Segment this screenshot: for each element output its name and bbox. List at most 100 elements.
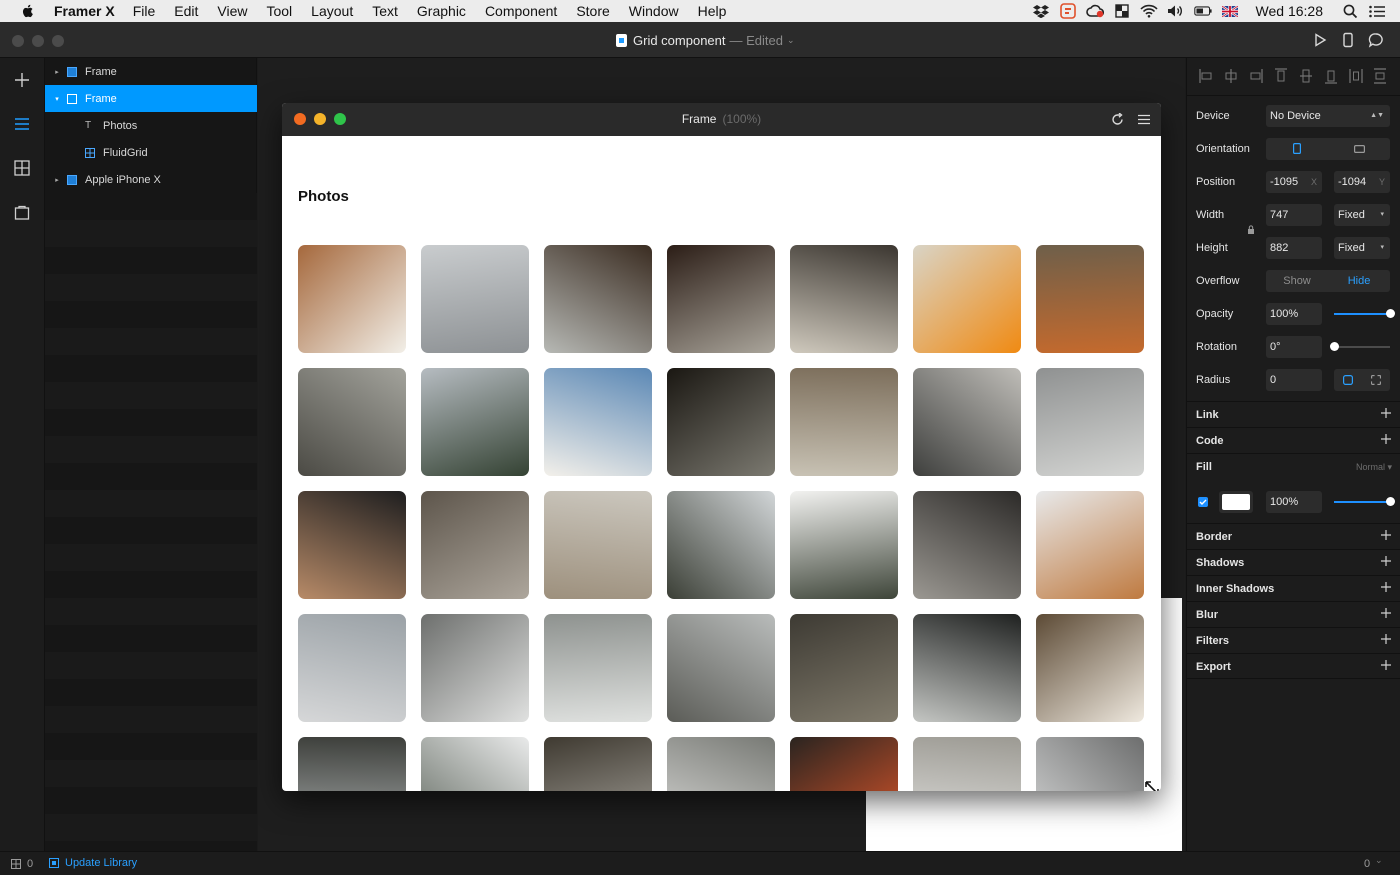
- align-center-vertical-icon[interactable]: [1299, 68, 1313, 84]
- align-left-icon[interactable]: [1199, 68, 1213, 84]
- menu-tool[interactable]: Tool: [266, 3, 292, 19]
- creative-cloud-icon[interactable]: [1085, 4, 1104, 18]
- design-canvas[interactable]: Frame (100%) Photos: [258, 58, 1185, 851]
- blur-section[interactable]: Blur: [1187, 601, 1400, 627]
- insert-plus-icon[interactable]: [13, 71, 31, 89]
- photo-tile[interactable]: [421, 491, 529, 599]
- menu-edit[interactable]: Edit: [174, 3, 198, 19]
- add-shadow-plus-icon[interactable]: [1380, 555, 1392, 567]
- comment-bubble-icon[interactable]: [1368, 32, 1384, 48]
- volume-icon[interactable]: [1167, 4, 1185, 18]
- layers-list-icon[interactable]: [13, 115, 31, 133]
- add-blur-plus-icon[interactable]: [1380, 607, 1392, 619]
- fill-enabled-checkbox[interactable]: [1198, 497, 1208, 507]
- device-select[interactable]: No Device ▲▼: [1266, 105, 1390, 127]
- refresh-icon[interactable]: [1111, 113, 1124, 126]
- photo-tile[interactable]: [544, 368, 652, 476]
- opacity-slider-knob[interactable]: [1386, 309, 1395, 318]
- menu-help[interactable]: Help: [698, 3, 727, 19]
- photo-tile[interactable]: [421, 614, 529, 722]
- inner-shadows-section[interactable]: Inner Shadows: [1187, 575, 1400, 601]
- collapse-caret-icon[interactable]: ▾: [53, 95, 61, 103]
- photo-tile[interactable]: [790, 737, 898, 791]
- menu-store[interactable]: Store: [576, 3, 609, 19]
- apple-logo-icon[interactable]: [20, 3, 36, 19]
- photo-tile[interactable]: [1036, 614, 1144, 722]
- photo-tile[interactable]: [421, 737, 529, 791]
- align-center-horizontal-icon[interactable]: [1224, 68, 1238, 84]
- spotlight-search-icon[interactable]: [1341, 4, 1359, 18]
- menu-file[interactable]: File: [133, 3, 156, 19]
- add-filter-plus-icon[interactable]: [1380, 633, 1392, 645]
- add-export-plus-icon[interactable]: [1380, 659, 1392, 671]
- aspect-lock-icon[interactable]: [1247, 225, 1255, 235]
- add-code-plus-icon[interactable]: [1380, 433, 1392, 445]
- shadows-section[interactable]: Shadows: [1187, 549, 1400, 575]
- photo-tile[interactable]: [1036, 245, 1144, 353]
- menu-view[interactable]: View: [217, 3, 247, 19]
- window-tiles-icon[interactable]: [1113, 4, 1131, 18]
- notification-center-icon[interactable]: [1368, 4, 1386, 18]
- distribute-vertical-icon[interactable]: [1373, 68, 1387, 84]
- window-zoom-button[interactable]: [52, 35, 64, 47]
- photo-tile[interactable]: [913, 245, 1021, 353]
- add-border-plus-icon[interactable]: [1380, 529, 1392, 541]
- expand-caret-icon[interactable]: ▸: [53, 176, 61, 184]
- photo-tile[interactable]: [298, 491, 406, 599]
- align-top-icon[interactable]: [1274, 68, 1288, 84]
- layer-row-apple-iphone-x[interactable]: ▸ Apple iPhone X: [45, 166, 257, 193]
- overflow-hide-option[interactable]: Hide: [1328, 270, 1390, 292]
- wifi-icon[interactable]: [1139, 4, 1158, 18]
- code-section[interactable]: Code: [1187, 427, 1400, 453]
- orientation-toggle[interactable]: [1266, 138, 1390, 160]
- photo-tile[interactable]: [667, 614, 775, 722]
- photo-tile[interactable]: [298, 368, 406, 476]
- rotation-input[interactable]: 0°: [1266, 336, 1322, 358]
- input-source-flag-icon[interactable]: [1221, 4, 1239, 18]
- menu-graphic[interactable]: Graphic: [417, 3, 466, 19]
- add-inner-shadow-plus-icon[interactable]: [1380, 581, 1392, 593]
- menu-layout[interactable]: Layout: [311, 3, 353, 19]
- opacity-input[interactable]: 100%: [1266, 303, 1322, 325]
- photo-tile[interactable]: [298, 245, 406, 353]
- photo-tile[interactable]: [421, 368, 529, 476]
- expand-caret-icon[interactable]: ▸: [53, 68, 61, 76]
- width-mode-select[interactable]: Fixed ▾: [1334, 204, 1390, 226]
- position-y-input[interactable]: -1094 Y: [1334, 171, 1390, 193]
- photo-tile[interactable]: [421, 245, 529, 353]
- photo-tile[interactable]: [667, 368, 775, 476]
- link-section[interactable]: Link: [1187, 401, 1400, 427]
- photo-tile[interactable]: [544, 737, 652, 791]
- height-input[interactable]: 882: [1266, 237, 1322, 259]
- rotation-slider[interactable]: [1330, 342, 1390, 351]
- photo-tile[interactable]: [1036, 368, 1144, 476]
- store-bag-icon[interactable]: [13, 203, 31, 221]
- fill-opacity-slider-knob[interactable]: [1386, 497, 1395, 506]
- photo-tile[interactable]: [913, 491, 1021, 599]
- radius-mode-toggle[interactable]: [1334, 369, 1390, 391]
- align-right-icon[interactable]: [1249, 68, 1263, 84]
- overflow-toggle[interactable]: Show Hide: [1266, 270, 1390, 292]
- photo-tile[interactable]: [790, 491, 898, 599]
- photo-tile[interactable]: [667, 737, 775, 791]
- add-link-plus-icon[interactable]: [1380, 407, 1392, 419]
- overflow-show-option[interactable]: Show: [1266, 270, 1328, 292]
- update-library-button[interactable]: Update Library: [49, 857, 137, 869]
- photo-tile[interactable]: [667, 245, 775, 353]
- menu-window[interactable]: Window: [629, 3, 679, 19]
- preview-window[interactable]: Frame (100%) Photos: [282, 103, 1161, 791]
- menu-text[interactable]: Text: [372, 3, 398, 19]
- fill-opacity-input[interactable]: 100%: [1266, 491, 1322, 513]
- photo-tile[interactable]: [913, 614, 1021, 722]
- window-minimize-button[interactable]: [32, 35, 44, 47]
- app-badge-icon[interactable]: [1059, 3, 1077, 19]
- radius-individual-button[interactable]: [1362, 369, 1390, 391]
- document-title[interactable]: Grid component — Edited ⌄: [616, 33, 795, 48]
- photo-tile[interactable]: [1036, 491, 1144, 599]
- menu-bar-clock[interactable]: Wed 16:28: [1256, 3, 1323, 19]
- resize-handle-icon[interactable]: [1145, 781, 1159, 791]
- photo-tile[interactable]: [790, 368, 898, 476]
- window-close-button[interactable]: [12, 35, 24, 47]
- position-x-input[interactable]: -1095 X: [1266, 171, 1322, 193]
- play-preview-icon[interactable]: [1312, 32, 1328, 48]
